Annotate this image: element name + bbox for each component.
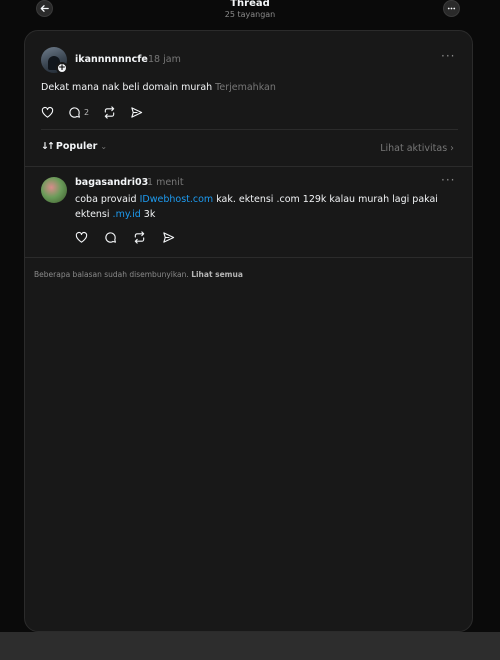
reply-time: 1 menit [147,177,184,188]
follow-plus-icon[interactable]: + [56,62,68,74]
ellipsis-icon [447,7,456,10]
sort-dropdown[interactable]: ↓↑ Populer ⌄ [41,141,107,152]
post-body: Dekat mana nak beli domain murah Terjemah… [41,82,276,93]
share-button[interactable] [130,106,143,119]
post-time: 18 jam [148,54,181,65]
divider [25,166,472,167]
chevron-down-icon: ⌄ [100,142,108,151]
reply-username[interactable]: bagasandri03 [75,177,148,188]
heart-icon [75,231,88,243]
send-icon [163,232,175,243]
comment-icon [69,107,80,118]
header-title-group: Thread 25 tayangan [0,0,500,20]
reply-text: coba provaid [75,194,140,205]
reply-button[interactable]: 2 [68,106,89,119]
heart-icon [41,106,54,118]
reply-like-button[interactable] [75,231,88,244]
reply-body: coba provaid IDwebhost.com kak. ektensi … [75,192,455,222]
repost-button[interactable] [103,106,116,119]
reply-comment-button[interactable] [104,231,117,244]
reply-share-button[interactable] [162,231,175,244]
page-title: Thread [230,0,270,9]
hidden-replies-note: Beberapa balasan sudah disembunyikan. Li… [34,270,243,279]
view-count: 25 tayangan [224,10,276,19]
sort-arrows-icon: ↓↑ [41,141,55,152]
reply-link-idwebhost[interactable]: IDwebhost.com [140,194,214,205]
repost-icon [104,106,115,119]
reply-repost-button[interactable] [133,231,146,244]
post-text: Dekat mana nak beli domain murah [41,82,213,93]
top-bar: Thread 25 tayangan [0,0,500,28]
reply-link-myid[interactable]: .my.id [113,209,141,220]
comment-icon [105,232,116,243]
post-more-icon[interactable]: ··· [441,49,455,63]
more-options-button[interactable] [443,0,460,17]
divider [25,257,472,258]
sort-label: Populer [55,141,98,152]
reply-avatar[interactable] [41,177,67,203]
view-activity-link[interactable]: Lihat aktivitas › [380,143,454,154]
like-button[interactable] [41,106,54,119]
divider [41,129,458,130]
reply-more-icon[interactable]: ··· [441,173,455,187]
reply-actions [75,231,189,244]
thread-card: + ikannnnnncfe 18 jam ··· Dekat mana nak… [24,30,473,632]
hidden-replies-text: Beberapa balasan sudah disembunyikan. [34,270,189,279]
repost-icon [134,231,145,244]
see-all-link[interactable]: Lihat semua [191,270,243,279]
translate-link[interactable]: Terjemahkan [215,82,276,93]
bottom-bar [0,632,500,660]
send-icon [131,107,143,118]
reply-text: 3k [140,209,156,220]
post-username[interactable]: ikannnnnncfe [75,54,148,65]
post-actions: 2 [41,106,157,119]
reply-count: 2 [84,108,90,117]
